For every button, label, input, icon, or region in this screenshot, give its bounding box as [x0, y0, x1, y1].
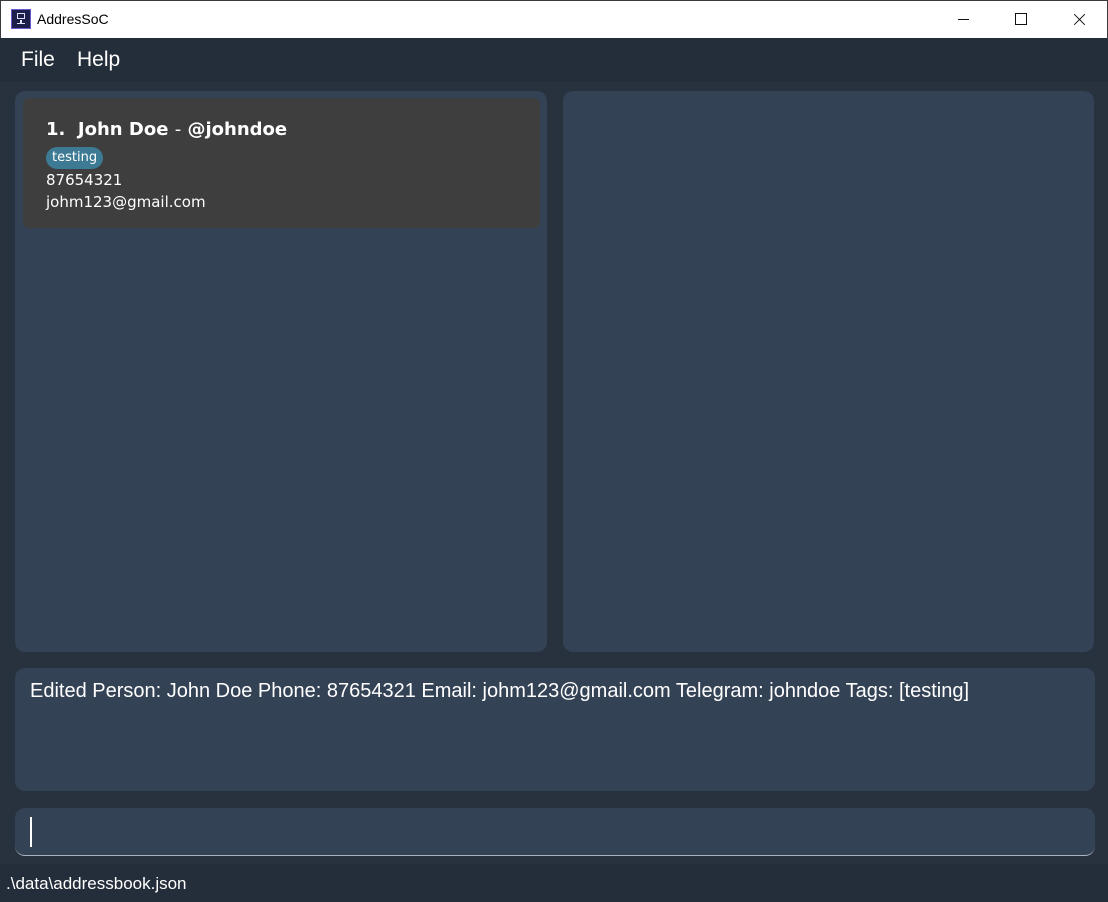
result-text: Edited Person: John Doe Phone: 87654321 …: [30, 680, 970, 702]
title-bar: AddresSoC: [0, 0, 1108, 38]
command-input[interactable]: [15, 808, 1095, 855]
person-separator: -: [174, 119, 182, 140]
detail-panel: [563, 91, 1094, 652]
text-caret: [30, 817, 32, 847]
person-card[interactable]: 1. John Doe - @johndoe testing 87654321 …: [23, 98, 540, 228]
maximize-button[interactable]: [993, 1, 1049, 38]
tag-badge: testing: [46, 147, 104, 169]
save-file-path: .\data\addressbook.json: [6, 874, 187, 893]
menu-file[interactable]: File: [21, 48, 55, 72]
app-icon: [11, 9, 31, 29]
close-button[interactable]: [1051, 1, 1107, 38]
person-phone: 87654321: [46, 171, 123, 189]
menu-help[interactable]: Help: [77, 48, 120, 72]
person-card-title: 1. John Doe - @johndoe: [46, 119, 287, 140]
minimize-button[interactable]: [936, 1, 992, 38]
window-title: AddresSoC: [37, 11, 109, 27]
person-email: johm123@gmail.com: [46, 193, 206, 211]
person-index: 1.: [46, 119, 66, 140]
person-telegram: @johndoe: [187, 119, 288, 140]
command-box: [15, 808, 1095, 856]
result-display: Edited Person: John Doe Phone: 87654321 …: [15, 668, 1095, 791]
menu-bar: File Help: [0, 38, 1108, 82]
status-bar: .\data\addressbook.json: [0, 864, 1108, 902]
person-name: John Doe: [77, 119, 169, 140]
